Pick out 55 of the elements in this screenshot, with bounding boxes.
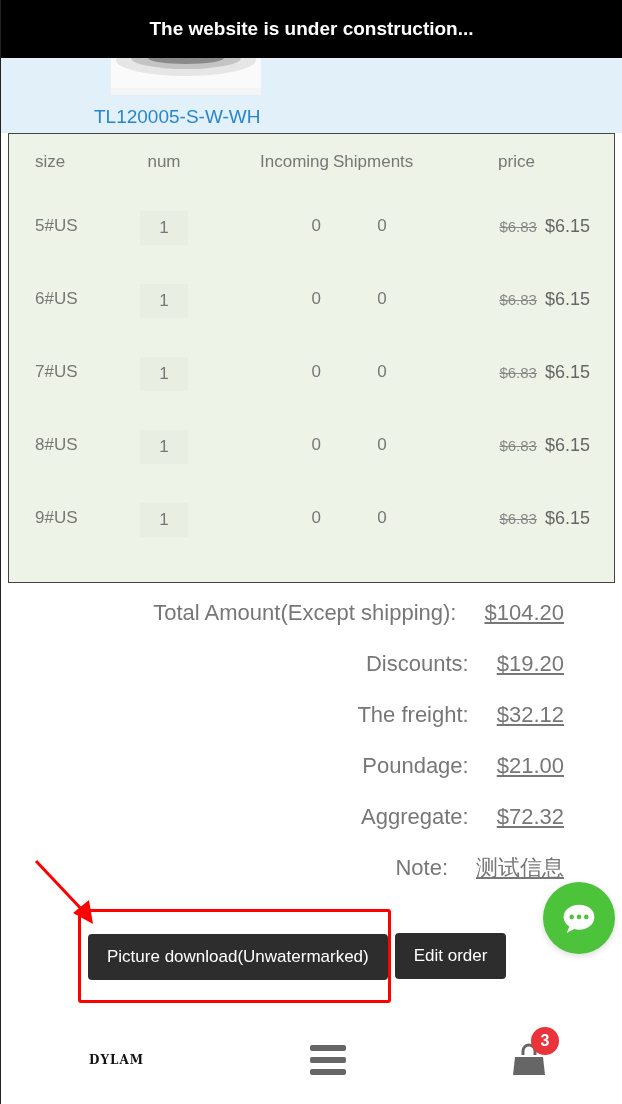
column-header: Shipments [332,151,414,171]
column-header: Incoming [260,151,329,171]
summary-value: $21.00 [496,752,564,780]
size-cell: 9#US [35,508,78,527]
original-price: $6.83 [499,363,537,383]
column-header: price [498,151,535,171]
sale-price: $6.15 [544,507,590,530]
quantity-field[interactable]: 1 [140,503,188,537]
shipments-cell-text: 0 [377,288,387,310]
size-cell: 8#US [35,435,78,454]
shipments-cell-text: 0 [377,434,387,456]
column-header: size [35,151,66,171]
summary-value[interactable]: 测试信息 [476,851,564,884]
summary-value: $32.12 [496,701,564,729]
summary-label: Discounts: [366,650,469,678]
sale-price: $6.15 [544,215,590,238]
menu-icon[interactable] [310,1045,346,1075]
original-price: $6.83 [499,436,537,456]
chat-bubble-icon [562,902,596,934]
sale-price: $6.15 [544,434,590,457]
summary-label: Note: [395,854,448,882]
size-cell: 5#US [35,216,78,235]
quantity-field[interactable]: 1 [140,211,188,245]
size-cell: 7#US [35,362,78,381]
sale-price: $6.15 [544,288,590,311]
quantity-field[interactable]: 1 [140,430,188,464]
summary-label: Poundage: [362,752,469,780]
quantity-field[interactable]: 1 [140,357,188,391]
summary-value: $72.32 [496,803,564,831]
original-price: $6.83 [499,217,537,237]
incoming-cell-text: 0 [311,507,321,529]
shipments-cell-text: 0 [377,215,387,237]
incoming-cell-text: 0 [311,288,321,310]
summary-value: $19.20 [496,650,564,678]
quantity-field[interactable]: 1 [140,284,188,318]
shipments-cell-text: 0 [377,507,387,529]
summary-label: Total Amount(Except shipping): [153,599,457,627]
size-cell: 6#US [35,289,78,308]
cart-count-badge: 3 [531,1027,559,1055]
summary-label: Aggregate: [361,803,469,831]
sku-link[interactable]: TL120005-S-W-WH [94,103,261,132]
incoming-cell-text: 0 [311,361,321,383]
download-button[interactable]: Picture download(Unwatermarked) [88,934,388,980]
column-header: num [147,151,181,171]
logo[interactable]: DYLAM [89,1051,144,1069]
summary-label: The freight: [357,701,469,729]
original-price: $6.83 [499,509,537,529]
sale-price: $6.15 [544,361,590,384]
incoming-cell-text: 0 [311,215,321,237]
banner-text: The website is under construction... [149,16,474,41]
summary-value: $104.20 [484,599,564,627]
original-price: $6.83 [499,290,537,310]
edit-order-button[interactable]: Edit order [394,933,507,979]
shipments-cell-text: 0 [377,361,387,383]
incoming-cell-text: 0 [311,434,321,456]
